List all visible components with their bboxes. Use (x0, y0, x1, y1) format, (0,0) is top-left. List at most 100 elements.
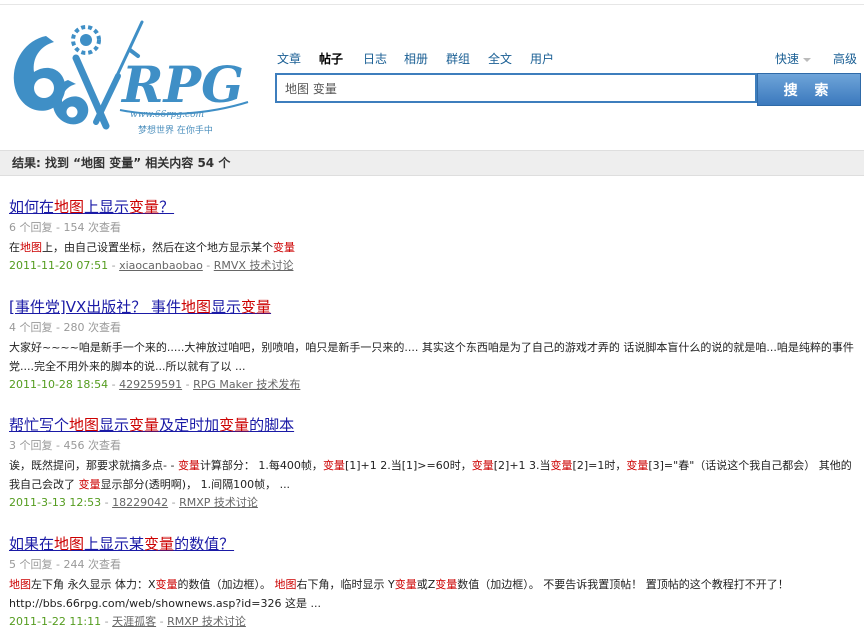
keyword-highlight: 地图 (274, 578, 297, 591)
text-segment: ？ (159, 198, 175, 216)
quick-search-dropdown[interactable]: 快速 (775, 50, 812, 67)
results-summary: 结果: 找到 “地图 变量” 相关内容 54 个 (0, 150, 864, 176)
keyword-highlight: 变量 (219, 416, 250, 434)
text-segment: 计算部分： 1.每400帧， (199, 459, 323, 472)
keyword-highlight: 地图 (181, 298, 212, 316)
text-segment: 左下角 永久显示 体力：X (31, 578, 156, 591)
search-result-item: [事件党]VX出版社？ 事件地图显示变量 4 个回复 - 280 次查看大家好~~… (9, 298, 859, 392)
tab-groups[interactable]: 群组 (446, 50, 470, 67)
separator: - (101, 615, 113, 628)
result-snippet: 诶，既然提问，那要求就搞多点- - 变量计算部分： 1.每400帧，变量[1]+… (9, 456, 859, 494)
result-info-line: 2011-1-22 11:11 - 天涯孤客 - RMXP 技术讨论 (9, 615, 859, 629)
advanced-search-link[interactable]: 高级 (833, 50, 857, 67)
text-segment: 上，由自己设置坐标，然后在这个地方显示某个 (42, 241, 273, 254)
result-reply-view-count: 6 个回复 - 154 次查看 (9, 221, 121, 234)
search-input[interactable] (275, 73, 757, 103)
tab-albums[interactable]: 相册 (404, 50, 428, 67)
result-forum-link[interactable]: RMXP 技术讨论 (167, 615, 246, 628)
quick-search-label: 快速 (775, 52, 800, 66)
logo-slogan: 梦想世界 在你手中 (138, 126, 213, 136)
text-segment: 右下角，临时显示 Y (296, 578, 395, 591)
text-segment: 显示 (99, 416, 130, 434)
keyword-highlight: 变量 (626, 459, 649, 472)
tab-users[interactable]: 用户 (530, 50, 554, 67)
keyword-highlight: 变量 (273, 241, 295, 254)
result-title-link[interactable]: [事件党]VX出版社？ 事件地图显示变量 (9, 298, 859, 316)
keyword-highlight: 地图 (69, 416, 100, 434)
text-segment: [2]=1时， (572, 459, 627, 472)
result-date: 2011-1-22 11:11 (9, 615, 102, 628)
text-segment: 如何在 (9, 198, 55, 216)
text-segment: 或Z (416, 578, 436, 591)
result-forum-link[interactable]: RPG Maker 技术发布 (193, 378, 300, 391)
keyword-highlight: 地图 (9, 578, 31, 591)
keyword-highlight: 变量 (129, 416, 160, 434)
text-segment: 如果在 (9, 535, 55, 553)
result-author-link[interactable]: 天涯孤客 (112, 615, 156, 628)
text-segment: [事件党]VX出版社？ 事件 (9, 298, 182, 316)
tab-articles[interactable]: 文章 (277, 50, 301, 67)
separator: - (182, 378, 194, 391)
keyword-highlight: 变量 (550, 459, 573, 472)
site-logo[interactable]: RPG (10, 18, 252, 138)
search-result-item: 帮忙写个地图显示变量及定时加变量的脚本 3 个回复 - 456 次查看 诶，既然提问… (9, 416, 859, 510)
text-segment: 显示 (211, 298, 242, 316)
text-segment: [1]+1 2.当[1]>=60时， (344, 459, 472, 472)
search-button[interactable]: 搜 索 (757, 73, 861, 106)
keyword-highlight: 变量 (78, 478, 101, 491)
result-snippet: 地图左下角 永久显示 体力：X变量的数值（加边框）。 地图右下角，临时显示 Y变… (9, 575, 859, 613)
result-reply-view-count: 4 个回复 - 280 次查看 (9, 321, 121, 334)
result-info-line: 2011-3-13 12:53 - 18229042 - RMXP 技术讨论 (9, 496, 859, 510)
result-date: 2011-3-13 12:53 (9, 496, 102, 509)
text-segment: 上显示某 (84, 535, 145, 553)
keyword-highlight: 地图 (54, 535, 85, 553)
text-segment: 的数值（加边框）。 (177, 578, 275, 591)
result-author-link[interactable]: 429259591 (119, 378, 182, 391)
chevron-down-icon (803, 57, 812, 62)
tab-logs[interactable]: 日志 (363, 50, 387, 67)
keyword-highlight: 变量 (241, 298, 272, 316)
tab-posts[interactable]: 帖子 (319, 50, 343, 67)
logo-url: www.66rpg.com (130, 110, 205, 120)
separator: - (202, 259, 214, 272)
tab-fulltext[interactable]: 全文 (488, 50, 512, 67)
result-forum-link[interactable]: RMXP 技术讨论 (179, 496, 258, 509)
keyword-highlight: 地图 (20, 241, 42, 254)
result-author-link[interactable]: xiaocanbaobao (119, 259, 203, 272)
search-result-item: 如果在地图上显示某变量的数值？ 5 个回复 - 244 次查看 地图左下角 永久显示… (9, 535, 859, 629)
result-title-link[interactable]: 帮忙写个地图显示变量及定时加变量的脚本 (9, 416, 859, 434)
result-info-line: 2011-10-28 18:54 - 429259591 - RPG Maker… (9, 378, 859, 392)
text-segment: 显示部分(透明啊)， 1.间隔100帧， ... (100, 478, 291, 491)
search-result-item: 如何在地图上显示变量？ 6 个回复 - 154 次查看 在地图上，由自己设置坐标，然… (9, 198, 859, 273)
keyword-highlight: 变量 (322, 459, 345, 472)
separator: - (168, 496, 180, 509)
keyword-highlight: 变量 (129, 198, 160, 216)
keyword-highlight: 变量 (155, 578, 178, 591)
keyword-highlight: 变量 (177, 459, 200, 472)
text-segment: 的数值？ (174, 535, 235, 553)
keyword-highlight: 地图 (54, 198, 85, 216)
text-segment: 大家好~~~~咱是新手一个来的.....大神放过咱吧，别喷咱，咱只是新手一只来的… (9, 341, 854, 373)
text-segment: 上显示 (84, 198, 130, 216)
text-segment: 诶，既然提问，那要求就搞多点- - (9, 459, 178, 472)
text-segment: 及定时加 (159, 416, 220, 434)
result-snippet: 大家好~~~~咱是新手一个来的.....大神放过咱吧，别喷咱，咱只是新手一只来的… (9, 338, 859, 376)
result-date: 2011-11-20 07:51 (9, 259, 109, 272)
text-segment: 在 (9, 241, 20, 254)
result-snippet: 在地图上，由自己设置坐标，然后在这个地方显示某个变量 (9, 238, 859, 257)
text-segment: [2]+1 3.当 (493, 459, 551, 472)
result-date: 2011-10-28 18:54 (9, 378, 109, 391)
result-title-link[interactable]: 如何在地图上显示变量？ (9, 198, 859, 216)
separator: - (101, 496, 113, 509)
keyword-highlight: 变量 (435, 578, 458, 591)
keyword-highlight: 变量 (471, 459, 494, 472)
svg-text:RPG: RPG (120, 55, 244, 114)
result-title-link[interactable]: 如果在地图上显示某变量的数值？ (9, 535, 859, 553)
keyword-highlight: 变量 (394, 578, 417, 591)
result-forum-link[interactable]: RMVX 技术讨论 (214, 259, 294, 272)
result-author-link[interactable]: 18229042 (112, 496, 168, 509)
result-info-line: 2011-11-20 07:51 - xiaocanbaobao - RMVX … (9, 259, 859, 273)
text-segment: 的脚本 (249, 416, 295, 434)
result-reply-view-count: 5 个回复 - 244 次查看 (9, 558, 121, 571)
separator: - (156, 615, 168, 628)
